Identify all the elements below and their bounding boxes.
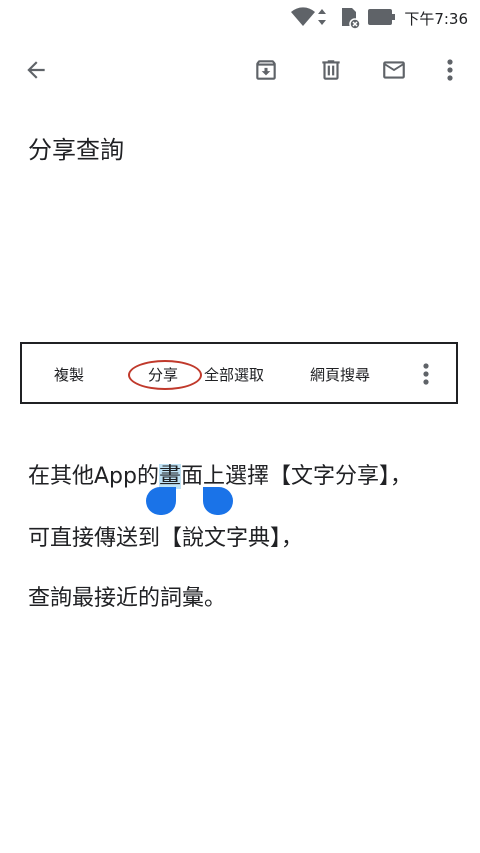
back-button[interactable] (14, 44, 58, 96)
archive-icon (256, 60, 276, 80)
selection-handle-start[interactable] (146, 487, 176, 515)
body-line-1[interactable]: 在其他App的畫面上選擇【文字分享】， (28, 458, 412, 490)
menu-item-web-search[interactable]: 網頁搜尋 (310, 364, 370, 385)
body-line-2[interactable]: 可直接傳送到【說文字典】， (28, 520, 303, 552)
signal-arrows-icon (318, 9, 326, 29)
battery-icon (368, 9, 396, 29)
body-text-after: 面上選擇【文字分享】， (181, 464, 413, 489)
back-arrow-icon (27, 61, 45, 79)
mail-button[interactable] (372, 44, 416, 96)
menu-item-copy[interactable]: 複製 (54, 364, 84, 385)
body-line-3[interactable]: 查詢最接近的詞彙。 (28, 580, 226, 612)
status-time: 下午7:36 (404, 10, 468, 28)
status-bar: 下午7:36 (0, 0, 480, 34)
delete-icon (322, 60, 340, 80)
text-selection-menu: 複製 分享 全部選取 網頁搜尋 (20, 342, 458, 404)
menu-item-share[interactable]: 分享 (148, 364, 178, 385)
message-subject: 分享查詢 (28, 136, 124, 164)
toolbar (0, 44, 480, 96)
wifi-icon (290, 6, 316, 32)
selection-handle-end[interactable] (203, 487, 233, 515)
menu-more-button[interactable] (422, 362, 432, 388)
delete-button[interactable] (309, 44, 353, 96)
menu-item-select-all[interactable]: 全部選取 (204, 364, 264, 385)
archive-button[interactable] (244, 44, 288, 96)
mail-icon (383, 61, 405, 79)
more-options-button[interactable] (428, 44, 472, 96)
more-vert-icon (447, 59, 453, 81)
body-text-before: 在其他App的 (28, 464, 159, 489)
sim-card-icon (338, 6, 362, 34)
more-vert-icon (423, 363, 429, 385)
selected-text[interactable]: 畫 (158, 464, 181, 489)
